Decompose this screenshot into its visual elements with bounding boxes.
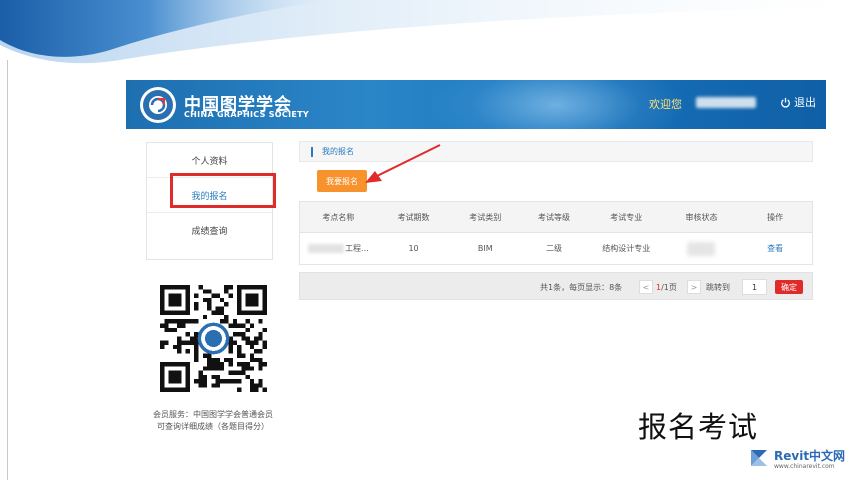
username-redacted: [696, 97, 756, 108]
header-operation: 操作: [767, 212, 784, 222]
view-link[interactable]: 查看: [767, 244, 783, 253]
member-service-note: 会员服务：中国图学学会普通会员可查询详细成绩（各题目得分）: [153, 410, 273, 431]
cell-review-status: [665, 241, 739, 256]
breadcrumb-label: 我的报名: [322, 147, 354, 156]
registration-table: 考点名称 考试期数 考试类别 考试等级 考试专业 审核状态 操作 工程... 1…: [299, 201, 813, 265]
total-pages: /1页: [661, 283, 677, 292]
sidebar-item-profile[interactable]: 个人资料: [147, 143, 272, 178]
next-page-button[interactable]: >: [687, 280, 701, 294]
qr-code: [160, 285, 267, 392]
cell-exam-major: 结构设计专业: [602, 244, 651, 253]
cell-exam-site: 工程...: [300, 243, 377, 254]
table-row: 工程... 10 BIM 二级 结构设计专业 查看: [300, 233, 812, 264]
sidebar-menu: 个人资料 我的报名 成绩查询: [146, 142, 273, 260]
header-exam-major: 考试专业: [610, 212, 643, 222]
logout-label: 退出: [794, 96, 816, 109]
welcome-text: 欢迎您: [649, 98, 682, 111]
cell-exam-level: 二级: [546, 244, 563, 253]
breadcrumb-marker: [311, 147, 313, 157]
review-status-redacted: [687, 241, 716, 256]
power-icon: [781, 97, 790, 108]
confirm-button[interactable]: 确定: [775, 280, 803, 294]
site-name-redacted: [308, 244, 345, 253]
header-exam-level: 考试等级: [538, 212, 571, 222]
pagination-summary: 共1条，每页显示：8条: [540, 283, 623, 292]
header-exam-category: 考试类别: [469, 212, 502, 222]
sidebar-item-my-registration[interactable]: 我的报名: [147, 178, 272, 213]
pagination-bar: 共1条，每页显示：8条 < 1/1页 > 跳转到 确定: [299, 272, 813, 300]
header-exam-period: 考试期数: [397, 212, 430, 222]
jump-label: 跳转到: [706, 283, 730, 292]
page-indicator: 1/1页: [656, 282, 677, 293]
site-name-suffix: 工程...: [345, 244, 369, 253]
prev-page-button[interactable]: <: [639, 280, 653, 294]
cell-exam-category: BIM: [477, 244, 493, 253]
header-exam-site: 考点名称: [322, 212, 355, 222]
watermark-url: www.chinarevit.com: [774, 463, 835, 470]
watermark-logo-icon: [751, 450, 767, 466]
org-name-en: CHINA GRAPHICS SOCIETY: [184, 110, 309, 119]
cell-operation: 查看: [738, 243, 812, 254]
sidebar-item-score-query[interactable]: 成绩查询: [147, 213, 272, 248]
header-review-status: 审核状态: [685, 212, 718, 222]
cell-exam-period: 10: [408, 244, 419, 253]
slide-left-border: [7, 60, 8, 480]
annotation-arrow: [365, 144, 441, 183]
app-window: 中国图学学会 CHINA GRAPHICS SOCIETY 欢迎您 退出 个人资…: [126, 80, 826, 460]
society-logo-icon: [140, 87, 176, 123]
logout-button[interactable]: 退出: [780, 94, 816, 110]
jump-page-input[interactable]: [742, 279, 767, 295]
header-glow: [426, 80, 686, 129]
slide-caption: 报名考试: [638, 410, 759, 444]
header-bar: 中国图学学会 CHINA GRAPHICS SOCIETY 欢迎您 退出: [126, 80, 826, 129]
slide-decoration-swoosh: [0, 0, 860, 64]
table-header: 考点名称 考试期数 考试类别 考试等级 考试专业 审核状态 操作: [300, 202, 812, 233]
watermark-brand: Revit中文网: [774, 449, 846, 463]
